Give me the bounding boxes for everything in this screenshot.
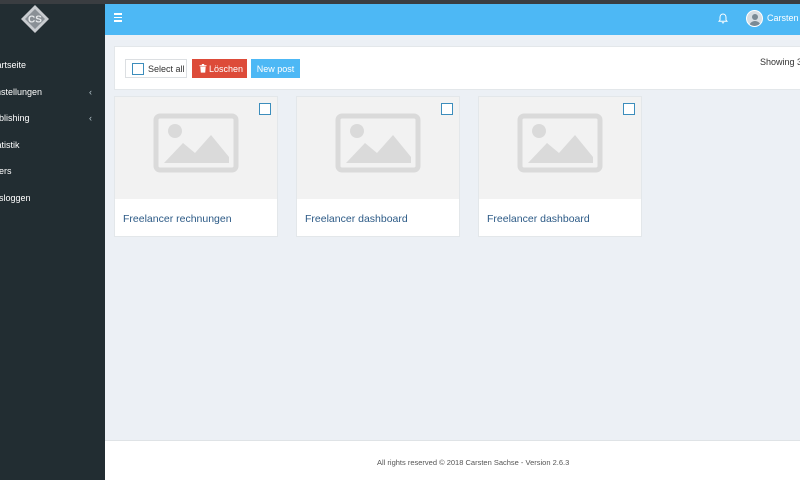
chevron-left-icon: ‹: [89, 86, 92, 97]
sidebar: CS Startseite Einstellungen ‹ Publishing ‹…: [0, 4, 105, 480]
sidebar-item-ausloggen[interactable]: Ausloggen: [0, 185, 105, 212]
post-thumbnail[interactable]: [115, 97, 277, 199]
sidebar-item-users[interactable]: Users: [0, 158, 105, 185]
image-placeholder-icon: [335, 113, 421, 173]
post-card[interactable]: Freelancer rechnungen: [114, 96, 278, 237]
image-placeholder-icon: [517, 113, 603, 173]
new-post-button[interactable]: New post: [251, 59, 300, 78]
chevron-left-icon: ‹: [89, 113, 92, 123]
trash-icon: [199, 64, 207, 73]
select-all-button[interactable]: Select all: [125, 59, 187, 78]
sidebar-item-label: Publishing: [0, 113, 30, 124]
top-header: Carsten Sachse: [105, 4, 800, 35]
select-all-label: Select all: [148, 63, 185, 74]
avatar[interactable]: [746, 10, 763, 27]
sidebar-item-label: Users: [0, 166, 12, 177]
post-card[interactable]: Freelancer dashboard: [478, 96, 642, 237]
delete-label: Löschen: [209, 63, 244, 74]
toolbar: Select all Löschen New post Showing 3: [114, 46, 800, 90]
logo[interactable]: CS: [20, 4, 50, 34]
sidebar-nav: Startseite Einstellungen ‹ Publishing ‹ St…: [0, 52, 105, 211]
footer: All rights reserved © 2018 Carsten Sachs…: [105, 440, 800, 480]
sidebar-item-label: Statistik: [0, 139, 20, 150]
logo-text: CS: [28, 15, 42, 26]
user-name[interactable]: Carsten Sachse: [767, 13, 800, 23]
post-card[interactable]: Freelancer dashboard: [296, 96, 460, 237]
select-all-checkbox[interactable]: [132, 62, 144, 75]
post-thumbnail[interactable]: [479, 97, 641, 199]
sidebar-item-einstellungen[interactable]: Einstellungen ‹: [0, 79, 105, 106]
new-post-label: New post: [256, 63, 295, 74]
showing-count: Showing 3: [760, 57, 800, 67]
delete-button[interactable]: Löschen: [192, 59, 247, 78]
post-title[interactable]: Freelancer dashboard: [305, 213, 408, 225]
image-placeholder-icon: [153, 113, 239, 173]
post-title[interactable]: Freelancer rechnungen: [123, 213, 232, 225]
sidebar-item-publishing[interactable]: Publishing ‹: [0, 105, 105, 132]
post-title[interactable]: Freelancer dashboard: [487, 213, 590, 225]
logo-icon: CS: [21, 5, 49, 33]
post-checkbox[interactable]: [259, 103, 271, 115]
footer-text: All rights reserved © 2018 Carsten Sachs…: [377, 458, 570, 467]
sidebar-item-label: Startseite: [0, 60, 27, 71]
sidebar-item-statistik[interactable]: Statistik: [0, 132, 105, 159]
sidebar-item-startseite[interactable]: Startseite: [0, 52, 105, 79]
post-checkbox[interactable]: [441, 103, 453, 115]
sidebar-item-label: Ausloggen: [0, 192, 31, 203]
bell-icon[interactable]: [718, 13, 728, 24]
post-thumbnail[interactable]: [297, 97, 459, 199]
post-checkbox[interactable]: [623, 103, 635, 115]
hamburger-icon[interactable]: [114, 13, 124, 25]
sidebar-item-label: Einstellungen: [0, 86, 43, 97]
